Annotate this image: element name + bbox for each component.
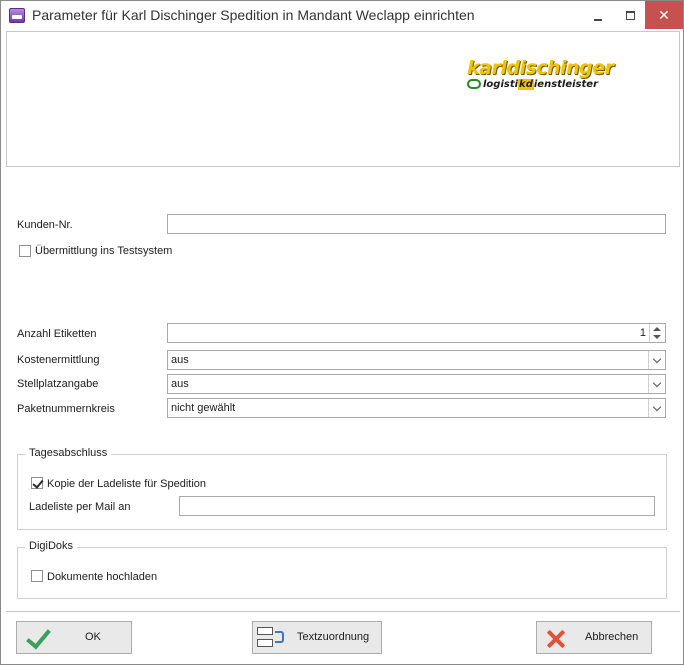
- button-bar: OK Textzuordnung Abbrechen: [6, 611, 680, 662]
- cancel-x-icon: [545, 628, 567, 648]
- ok-button[interactable]: OK: [16, 621, 132, 654]
- kunden-nr-input[interactable]: [167, 214, 666, 234]
- title-bar: Parameter für Karl Dischinger Spedition …: [1, 1, 683, 31]
- tagesabschluss-title: Tagesabschluss: [25, 447, 112, 459]
- chevron-down-icon[interactable]: [648, 399, 665, 417]
- kostenermittlung-value: aus: [171, 354, 189, 366]
- tagesabschluss-group: [17, 454, 667, 530]
- anzahl-etiketten-label: Anzahl Etiketten: [17, 328, 97, 340]
- dokumente-hochladen-checkbox[interactable]: [31, 570, 43, 582]
- maximize-icon: [625, 11, 635, 21]
- ok-label: OK: [85, 631, 101, 643]
- logo-tagline-highlight: kd: [518, 79, 534, 90]
- window-title: Parameter für Karl Dischinger Spedition …: [32, 7, 475, 23]
- close-button[interactable]: ✕: [645, 1, 683, 29]
- logo-tagline-pre: logisti: [483, 79, 519, 90]
- chevron-down-icon[interactable]: [648, 375, 665, 393]
- anzahl-etiketten-spinner[interactable]: 1: [167, 323, 666, 343]
- kunden-nr-label: Kunden-Nr.: [17, 219, 73, 231]
- karl-dischinger-logo: karldischinger logistikdienstleister: [467, 58, 617, 94]
- app-icon: [9, 8, 25, 23]
- stellplatzangabe-label: Stellplatzangabe: [17, 378, 99, 390]
- logo-tagline: logistikdienstleister: [467, 79, 617, 91]
- testsystem-label: Übermittlung ins Testsystem: [35, 245, 173, 257]
- abbrechen-button[interactable]: Abbrechen: [536, 621, 652, 654]
- abbrechen-label: Abbrechen: [585, 631, 639, 643]
- logo-tagline-post: ienstleister: [533, 79, 599, 90]
- paketnummernkreis-select[interactable]: nicht gewählt: [167, 398, 666, 418]
- dokumente-hochladen-label: Dokumente hochladen: [47, 571, 158, 583]
- minimize-button[interactable]: [581, 1, 615, 29]
- stellplatzangabe-select[interactable]: aus: [167, 374, 666, 394]
- dialog-window: Parameter für Karl Dischinger Spedition …: [0, 0, 684, 665]
- close-icon: ✕: [658, 7, 670, 23]
- text-mapping-icon: [257, 627, 287, 649]
- spin-up-icon[interactable]: [653, 327, 661, 331]
- textzuordnung-button[interactable]: Textzuordnung: [252, 621, 382, 654]
- textzuordnung-label: Textzuordnung: [297, 631, 370, 643]
- minimize-icon: [594, 18, 602, 21]
- kostenermittlung-select[interactable]: aus: [167, 350, 666, 370]
- logo-wordmark: karldischinger: [467, 57, 614, 79]
- kostenermittlung-label: Kostenermittlung: [17, 354, 100, 366]
- chevron-down-icon[interactable]: [648, 351, 665, 369]
- stellplatzangabe-value: aus: [171, 378, 189, 390]
- testsystem-checkbox[interactable]: [19, 245, 31, 257]
- spin-buttons[interactable]: [649, 324, 665, 342]
- anzahl-etiketten-value: 1: [639, 327, 646, 339]
- logo-arrow-icon: [467, 79, 481, 89]
- ladeliste-mail-input[interactable]: [179, 496, 655, 516]
- digidoks-title: DigiDoks: [25, 540, 78, 552]
- checkmark-icon: [25, 627, 51, 647]
- kopie-ladeliste-checkbox[interactable]: [31, 477, 43, 489]
- kopie-ladeliste-label: Kopie der Ladeliste für Spedition: [47, 478, 206, 490]
- ladeliste-mail-label: Ladeliste per Mail an: [29, 501, 131, 513]
- paketnummernkreis-label: Paketnummernkreis: [17, 403, 115, 415]
- paketnummernkreis-value: nicht gewählt: [171, 402, 236, 414]
- logo-panel: karldischinger logistikdienstleister: [6, 31, 680, 167]
- spin-down-icon[interactable]: [653, 335, 661, 339]
- maximize-button[interactable]: [613, 1, 647, 29]
